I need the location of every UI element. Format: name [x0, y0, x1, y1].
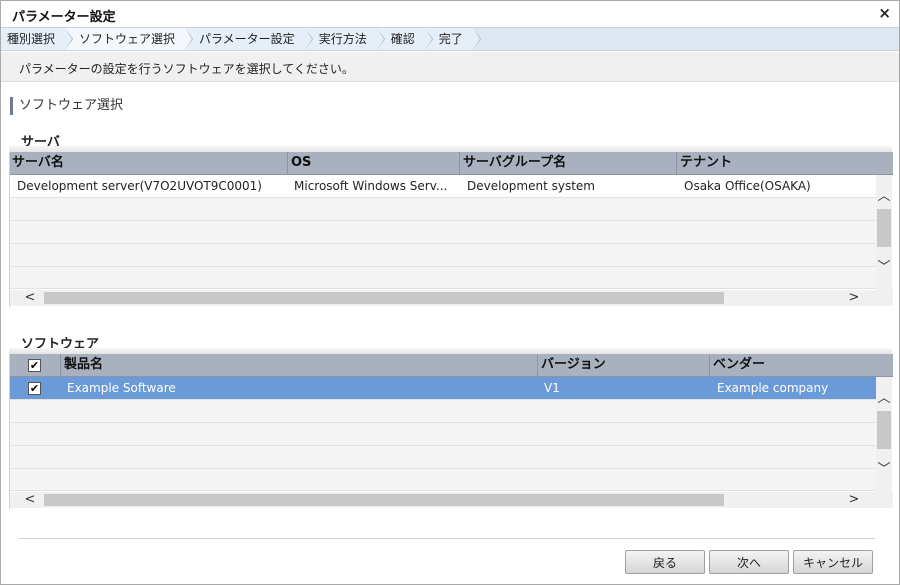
server-grid: サーバ名 OS サーバグループ名 テナント Development server… — [9, 152, 893, 307]
title-bar: パラメーター設定 × — [1, 1, 899, 27]
table-row — [10, 423, 877, 446]
column-header-product-name[interactable]: 製品名 — [61, 354, 538, 377]
table-row — [10, 198, 877, 221]
cell-product-name: Example Software — [67, 381, 176, 395]
cell-server-name: Development server(V7O2UVOT9C0001) — [17, 179, 262, 193]
table-row — [10, 267, 877, 289]
cell-os: Microsoft Windows Serv... — [294, 179, 448, 193]
chevron-right-icon[interactable]: > — [846, 290, 862, 306]
chevron-right-icon[interactable]: > — [846, 492, 862, 508]
server-vertical-scrollbar[interactable]: ︿ ﹀ — [876, 175, 892, 290]
software-grid-rows: ✔ Example Software V1 Example company — [10, 377, 877, 491]
step-label: 確認 — [390, 32, 415, 46]
scroll-thumb[interactable] — [877, 411, 891, 449]
back-button[interactable]: 戻る — [625, 550, 705, 574]
software-grid: ✔ 製品名 バージョン ベンダー ✔ Example Software V1 E… — [9, 354, 893, 509]
table-row — [10, 446, 877, 469]
chevron-down-icon[interactable]: ﹀ — [876, 463, 892, 477]
column-header-server-group[interactable]: サーバグループ名 — [460, 152, 677, 175]
scroll-thumb[interactable] — [877, 209, 891, 247]
step-execution-method: 実行方法 — [304, 28, 385, 50]
step-type-selection: 種別選択 — [1, 28, 74, 50]
instruction-text: パラメーターの設定を行うソフトウェアを選択してください。 — [1, 52, 899, 82]
parameter-settings-dialog: パラメーター設定 × 種別選択 ソフトウェア選択 パラメーター設定 実行方法 確… — [0, 0, 900, 585]
step-label: パラメーター設定 — [199, 32, 295, 46]
step-label: 完了 — [438, 32, 463, 46]
scroll-thumb[interactable] — [44, 292, 724, 304]
table-row — [10, 244, 877, 267]
chevron-left-icon[interactable]: < — [22, 290, 38, 306]
server-horizontal-scrollbar[interactable]: < > — [10, 290, 893, 306]
step-software-selection: ソフトウェア選択 — [65, 28, 194, 50]
select-all-checkbox[interactable]: ✔ — [28, 359, 41, 372]
column-header-os[interactable]: OS — [288, 152, 460, 175]
close-icon[interactable]: × — [878, 4, 891, 22]
chevron-down-icon[interactable]: ﹀ — [876, 261, 892, 275]
step-parameter-settings: パラメーター設定 — [185, 28, 313, 50]
table-row — [10, 221, 877, 244]
table-row[interactable]: ✔ Example Software V1 Example company — [10, 377, 877, 400]
server-grid-header: サーバ名 OS サーバグループ名 テナント — [10, 152, 893, 175]
scroll-thumb[interactable] — [44, 494, 724, 506]
footer-divider — [19, 538, 875, 539]
row-checkbox[interactable]: ✔ — [28, 382, 41, 395]
step-label: ソフトウェア選択 — [79, 32, 176, 46]
column-header-tenant[interactable]: テナント — [677, 152, 893, 175]
cancel-button[interactable]: キャンセル — [793, 550, 873, 574]
software-horizontal-scrollbar[interactable]: < > — [10, 492, 893, 508]
column-header-version[interactable]: バージョン — [538, 354, 710, 377]
chevron-left-icon[interactable]: < — [22, 492, 38, 508]
software-grid-header: ✔ 製品名 バージョン ベンダー — [10, 354, 893, 377]
table-row — [10, 469, 877, 491]
column-header-vendor[interactable]: ベンダー — [710, 354, 893, 377]
dialog-title: パラメーター設定 — [12, 10, 116, 25]
column-header-server-name[interactable]: サーバ名 — [10, 152, 288, 175]
software-vertical-scrollbar[interactable]: ︿ ﹀ — [876, 377, 892, 492]
wizard-steps: 種別選択 ソフトウェア選択 パラメーター設定 実行方法 確認 完了 — [1, 27, 899, 51]
step-label: 実行方法 — [318, 32, 367, 46]
server-grid-rows: Development server(V7O2UVOT9C0001) Micro… — [10, 175, 877, 289]
chevron-up-icon[interactable]: ︿ — [876, 392, 892, 406]
next-button[interactable]: 次へ — [709, 550, 789, 574]
table-row — [10, 400, 877, 423]
step-label: 種別選択 — [7, 32, 56, 46]
cell-tenant: Osaka Office(OSAKA) — [684, 179, 811, 193]
column-header-select-all[interactable]: ✔ — [10, 354, 61, 377]
cell-version: V1 — [544, 381, 560, 395]
table-row[interactable]: Development server(V7O2UVOT9C0001) Micro… — [10, 175, 877, 198]
cell-server-group: Development system — [467, 179, 595, 193]
chevron-up-icon[interactable]: ︿ — [876, 190, 892, 204]
section-title: ソフトウェア選択 — [10, 97, 123, 115]
cell-vendor: Example company — [717, 381, 829, 395]
